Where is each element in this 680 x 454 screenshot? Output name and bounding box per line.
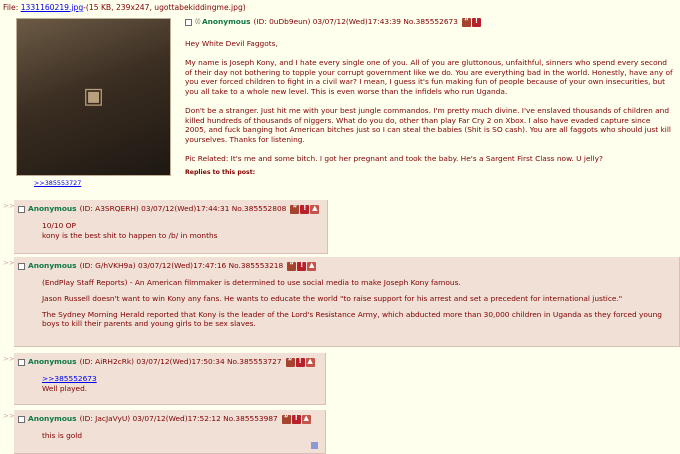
report-icon[interactable]: ! [291,414,301,424]
reply-checkbox[interactable] [18,358,25,366]
quote-icon[interactable]: “ [461,17,471,27]
reply-paragraph: (EndPlay Staff Reports) - An American fi… [42,278,461,287]
reply-line: kony is the best shit to happen to /b/ i… [42,230,218,240]
reply-meta: (ID: JacJaVyU) 03/07/12(Wed)17:52:12 No.… [79,414,278,424]
op-header: ◊◊ Anonymous (ID: 0uDb9eun) 03/07/12(Wed… [185,16,673,28]
reply-arrows: >> [3,412,15,420]
reply-message: this is gold [42,431,321,441]
op-post: ◊◊ Anonymous (ID: 0uDb9eun) 03/07/12(Wed… [185,16,673,177]
reply-meta: (ID: G/hVKH9a) 03/07/12(Wed)17:47:16 No.… [79,261,284,271]
reply-message: 10/10 OP kony is the best shit to happen… [42,221,323,241]
reply-paragraph: Jason Russell doesn't want to win Kony a… [42,293,623,303]
op-thumbnail[interactable]: ▣ [16,18,171,176]
replies-label: Replies to this post: [185,168,256,176]
report-icon[interactable]: ! [295,357,305,367]
expand-icon[interactable]: ▲ [310,204,320,214]
op-message: Hey White Devil Faggots, My name is Jose… [185,39,673,164]
op-backlink[interactable]: >>385553727 [34,179,81,187]
file-details: -(15 KB, 239x247, ugottabekiddingme.jpg) [83,3,246,12]
reply-arrows: >> [3,355,15,363]
file-prefix: File: [3,3,19,12]
reply-name: Anonymous [28,204,77,214]
report-icon[interactable]: ! [471,17,481,27]
expand-icon[interactable]: ▲ [307,261,317,271]
reply-checkbox[interactable] [18,415,25,423]
reply-name: Anonymous [28,261,77,271]
reply-line: 10/10 OP [42,221,76,230]
op-paragraph: Don't be a stranger. Just hit me with yo… [185,105,671,145]
report-icon[interactable]: ! [300,204,310,214]
reply-line: Well played. [42,383,88,393]
reply-name: Anonymous [28,357,77,367]
reply-arrows: >> [3,202,15,210]
op-name: Anonymous [201,17,251,27]
op-paragraph: Pic Related: It's me and some bitch. I g… [185,153,603,163]
reply-message: (EndPlay Staff Reports) - An American fi… [42,278,675,329]
reply-post: Anonymous (ID: G/hVKH9a) 03/07/12(Wed)17… [14,257,680,347]
image-icon[interactable] [311,442,318,449]
reply-arrows: >> [3,259,15,267]
image-placeholder-icon: ▣ [83,84,104,110]
reply-checkbox[interactable] [18,262,25,270]
quote-icon[interactable]: “ [290,204,300,214]
file-link[interactable]: 1331160219.jpg [21,3,83,12]
reply-header: Anonymous (ID: G/hVKH9a) 03/07/12(Wed)17… [18,260,675,272]
reply-line: this is gold [42,431,83,440]
reply-name: Anonymous [28,414,77,424]
sticky-icon: ◊◊ [195,18,200,26]
reply-post: Anonymous (ID: A3SRQERH) 03/07/12(Wed)17… [14,200,328,254]
reply-message: >>385552673 Well played. [42,374,321,394]
quote-icon[interactable]: “ [281,414,291,424]
reply-post: Anonymous (ID: AiRH2cRk) 03/07/12(Wed)17… [14,353,326,405]
quote-icon[interactable]: “ [287,261,297,271]
reply-header: Anonymous (ID: JacJaVyU) 03/07/12(Wed)17… [18,413,321,425]
reply-meta: (ID: A3SRQERH) 03/07/12(Wed)17:44:31 No.… [79,204,287,214]
quote-link[interactable]: >>385552673 [42,374,97,383]
op-paragraph: My name is Joseph Kony, and I hate every… [185,57,673,97]
reply-post: Anonymous (ID: JacJaVyU) 03/07/12(Wed)17… [14,410,326,454]
op-meta: (ID: 0uDb9eun) 03/07/12(Wed)17:43:39 No.… [253,17,458,27]
op-paragraph: Hey White Devil Faggots, [185,39,278,48]
reply-header: Anonymous (ID: A3SRQERH) 03/07/12(Wed)17… [18,203,323,215]
reply-checkbox[interactable] [18,205,25,213]
reply-header: Anonymous (ID: AiRH2cRk) 03/07/12(Wed)17… [18,356,321,368]
reply-paragraph: The Sydney Morning Herald reported that … [42,309,662,329]
file-info: File: 1331160219.jpg-(15 KB, 239x247, ug… [3,3,246,13]
expand-icon[interactable]: ▲ [305,357,315,367]
reply-meta: (ID: AiRH2cRk) 03/07/12(Wed)17:50:34 No.… [79,357,282,367]
op-checkbox[interactable] [185,18,192,26]
quote-icon[interactable]: “ [285,357,295,367]
expand-icon[interactable]: ▲ [301,414,311,424]
report-icon[interactable]: ! [297,261,307,271]
